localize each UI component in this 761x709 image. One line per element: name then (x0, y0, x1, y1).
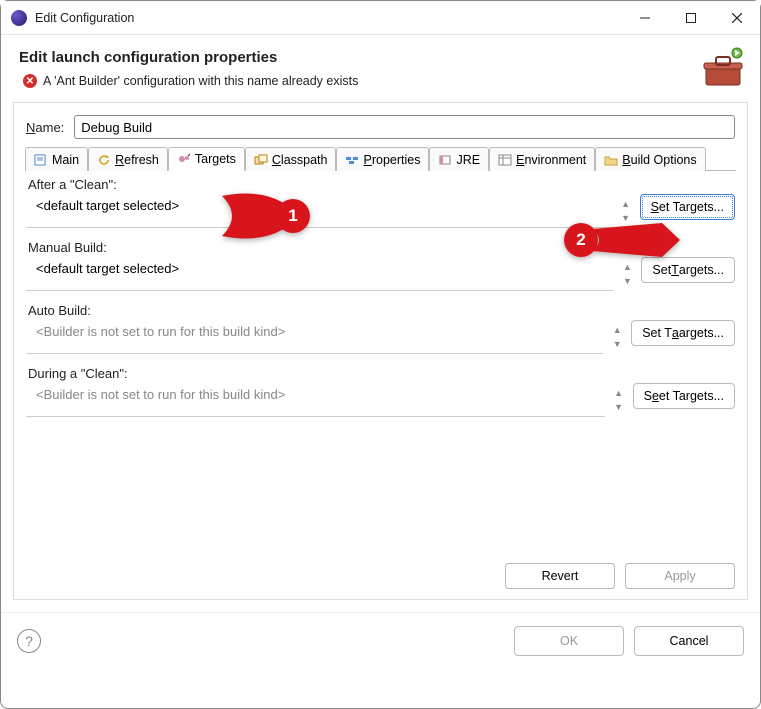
down-button[interactable]: ▼ (618, 212, 634, 224)
after-clean-list[interactable]: <default target selected> (26, 194, 612, 228)
auto-build-list[interactable]: <Builder is not set to run for this buil… (26, 320, 603, 354)
up-button[interactable]: ▲ (619, 261, 635, 273)
down-button[interactable]: ▼ (619, 275, 635, 287)
tab-environment[interactable]: Environment (489, 147, 595, 171)
revert-button[interactable]: Revert (505, 563, 615, 589)
refresh-icon (97, 154, 111, 166)
titlebar: Edit Configuration (1, 1, 760, 35)
window-controls (622, 1, 760, 34)
name-input[interactable] (74, 115, 735, 139)
tab-refresh[interactable]: Refresh (88, 147, 168, 171)
during-clean-list[interactable]: <Builder is not set to run for this buil… (26, 383, 605, 417)
dialog-header: Edit launch configuration properties ✕ A… (1, 35, 760, 102)
tab-main[interactable]: Main (25, 147, 88, 171)
footer: ? OK Cancel (1, 612, 760, 668)
set-targets-after-clean[interactable]: Set Targets... (640, 194, 735, 220)
down-button[interactable]: ▼ (609, 338, 625, 350)
error-message: A 'Ant Builder' configuration with this … (43, 74, 358, 88)
tab-classpath[interactable]: Classpath (245, 147, 337, 171)
during-clean-label: During a "Clean": (28, 366, 735, 381)
auto-build-label: Auto Build: (28, 303, 735, 318)
set-targets-manual[interactable]: Set Targets... (641, 257, 735, 283)
main-panel: Name: Main Refresh Targets Classpath Pro… (13, 102, 748, 600)
down-button[interactable]: ▼ (611, 401, 627, 413)
error-icon: ✕ (23, 74, 37, 88)
ant-icon (177, 153, 191, 165)
tab-bar: Main Refresh Targets Classpath Propertie… (25, 147, 736, 171)
close-button[interactable] (714, 1, 760, 34)
name-label: Name: (26, 120, 64, 135)
classpath-icon (254, 154, 268, 166)
folder-icon (604, 154, 618, 166)
tab-build-options[interactable]: Build Options (595, 147, 705, 171)
cancel-button[interactable]: Cancel (634, 626, 744, 656)
minimize-button[interactable] (622, 1, 668, 34)
file-icon (34, 154, 48, 166)
window-title: Edit Configuration (35, 11, 622, 25)
properties-icon (345, 154, 359, 166)
manual-build-label: Manual Build: (28, 240, 735, 255)
after-clean-label: After a "Clean": (28, 177, 735, 192)
tab-jre[interactable]: JRE (429, 147, 489, 171)
maximize-button[interactable] (668, 1, 714, 34)
set-targets-during-clean[interactable]: Seet Targets... (633, 383, 735, 409)
tab-properties[interactable]: Properties (336, 147, 429, 171)
up-button[interactable]: ▲ (611, 387, 627, 399)
eclipse-icon (11, 10, 27, 26)
up-button[interactable]: ▲ (609, 324, 625, 336)
environment-icon (498, 154, 512, 166)
up-button[interactable]: ▲ (618, 198, 634, 210)
manual-build-list[interactable]: <default target selected> (26, 257, 613, 291)
tab-targets[interactable]: Targets (168, 147, 245, 171)
apply-button[interactable]: Apply (625, 563, 735, 589)
targets-pane: After a "Clean": <default target selecte… (26, 171, 735, 417)
set-targets-auto[interactable]: Set Taargets... (631, 320, 735, 346)
jre-icon (438, 154, 452, 166)
help-button[interactable]: ? (17, 629, 41, 653)
ok-button[interactable]: OK (514, 626, 624, 656)
page-title: Edit launch configuration properties (19, 49, 740, 66)
toolbox-icon (700, 45, 746, 91)
